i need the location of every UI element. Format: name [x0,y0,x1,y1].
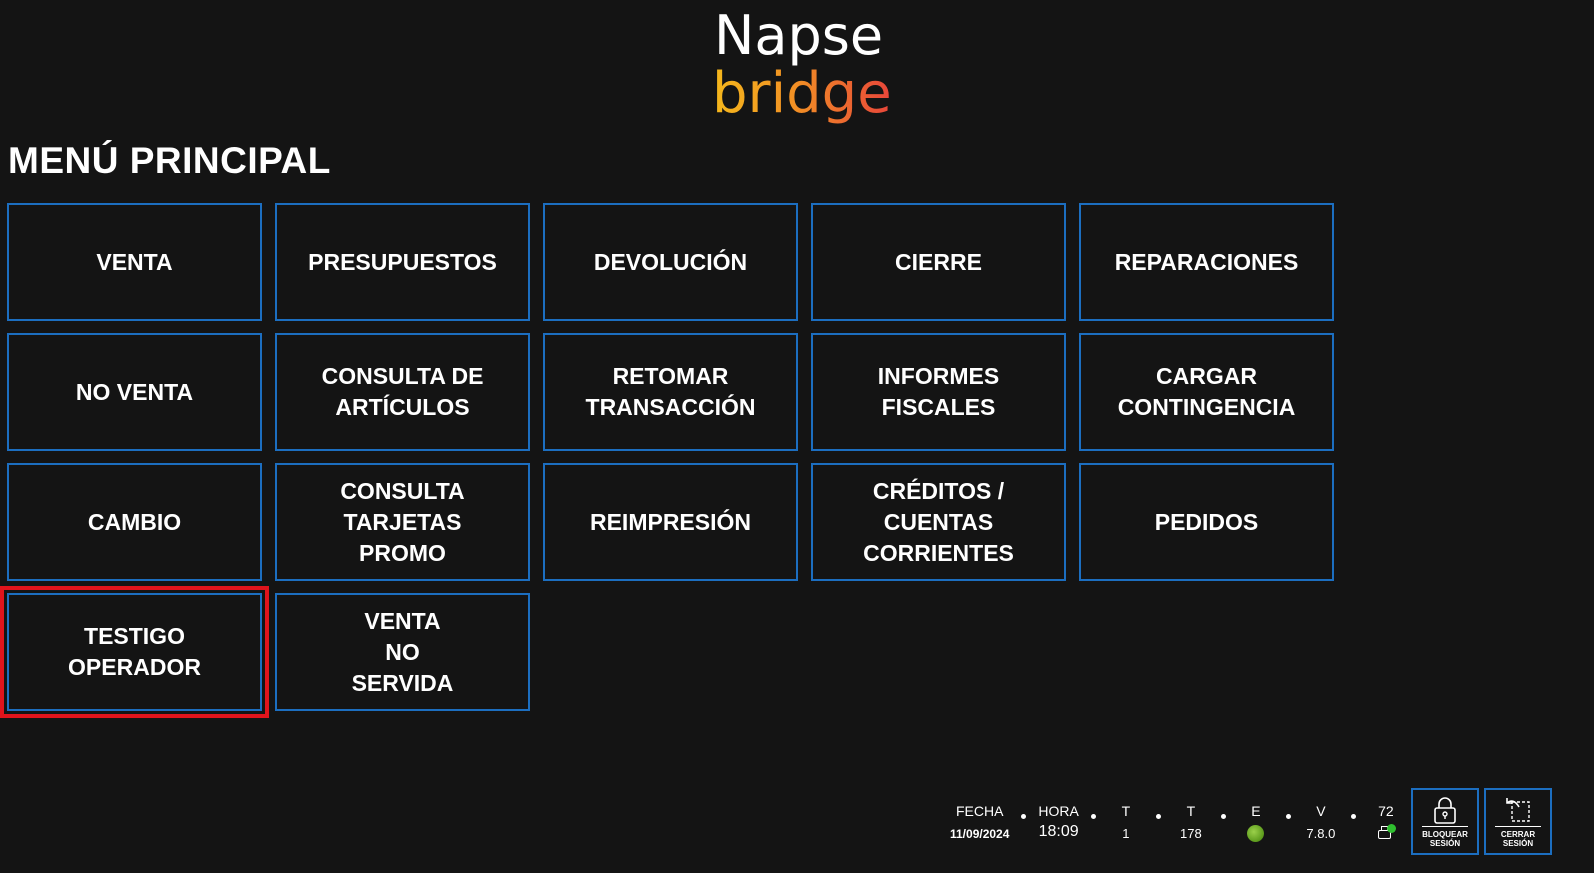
menu-tile-venta-no-servida[interactable]: VENTA NO SERVIDA [275,593,530,711]
transaction-value: 178 [1180,826,1202,841]
logout-icon [1506,798,1530,822]
status-fecha: FECHA 11/09/2024 [950,803,1009,842]
status-estado: E [1238,803,1274,842]
fecha-value: 11/09/2024 [950,827,1010,841]
menu-tile-venta[interactable]: VENTA [7,203,262,321]
menu-tile-pedidos[interactable]: PEDIDOS [1079,463,1334,581]
hora-value: 18:09 [1038,823,1079,840]
terminal-label: T [1121,803,1131,819]
logo-bridge-text: bridge [712,61,892,126]
transaction-label: T [1186,803,1196,819]
menu-tile-retomar-transaccion[interactable]: RETOMAR TRANSACCIÓN [543,333,798,451]
divider [1422,826,1468,827]
menu-tile-cierre[interactable]: CIERRE [811,203,1066,321]
separator-dot [1021,814,1027,819]
estado-label: E [1251,803,1261,819]
separator-dot [1155,814,1161,819]
status-transaction: T 178 [1173,803,1209,842]
menu-tile-cargar-contingencia[interactable]: CARGAR CONTINGENCIA [1079,333,1334,451]
menu-tile-reimpresion[interactable]: REIMPRESIÓN [543,463,798,581]
status-led-icon [1247,825,1265,842]
separator-dot [1090,814,1096,819]
separator-dot [1350,814,1356,819]
separator-dot [1220,814,1226,819]
menu-tile-consulta-articulos[interactable]: CONSULTA DE ARTÍCULOS [275,333,530,451]
status-printer: 72 [1368,803,1404,842]
terminal-value: 1 [1122,826,1130,841]
main-menu-grid: VENTA PRESUPUESTOS DEVOLUCIÓN CIERRE REP… [0,203,1334,718]
hora-label: HORA [1038,803,1079,819]
status-version: V 7.8.0 [1303,803,1339,842]
napse-bridge-logo: Napse bridge [712,4,892,134]
printer-count: 72 [1378,803,1394,819]
menu-tile-informes-fiscales[interactable]: INFORMES FISCALES [811,333,1066,451]
lock-icon [1434,797,1456,824]
menu-tile-no-venta[interactable]: NO VENTA [7,333,262,451]
fecha-label: FECHA [955,803,1004,819]
menu-tile-testigo-operador[interactable]: TESTIGO OPERADOR [0,586,269,718]
status-bar: FECHA 11/09/2024 HORA 18:09 T 1 T 178 E … [950,803,1404,853]
divider [1495,826,1541,827]
status-terminal: T 1 [1108,803,1144,842]
version-value: 7.8.0 [1306,826,1336,841]
logo-napse-text: Napse [714,4,884,67]
lock-session-label: BLOQUEAR SESIÓN [1422,830,1468,848]
status-hora: HORA 18:09 [1038,803,1078,840]
version-label: V [1316,803,1326,819]
logout-label: CERRAR SESIÓN [1500,830,1536,848]
menu-tile-consulta-tarjetas-promo[interactable]: CONSULTA TARJETAS PROMO [275,463,530,581]
page-title: MENÚ PRINCIPAL [8,140,331,181]
menu-tile-cambio[interactable]: CAMBIO [7,463,262,581]
lock-session-button[interactable]: BLOQUEAR SESIÓN [1411,788,1479,855]
menu-tile-creditos-cuentas-corrientes[interactable]: CRÉDITOS / CUENTAS CORRIENTES [811,463,1066,581]
menu-tile-presupuestos[interactable]: PRESUPUESTOS [275,203,530,321]
printer-icon [1377,824,1396,842]
menu-tile-devolucion[interactable]: DEVOLUCIÓN [543,203,798,321]
separator-dot [1285,814,1291,819]
logout-button[interactable]: CERRAR SESIÓN [1484,788,1552,855]
menu-tile-reparaciones[interactable]: REPARACIONES [1079,203,1334,321]
